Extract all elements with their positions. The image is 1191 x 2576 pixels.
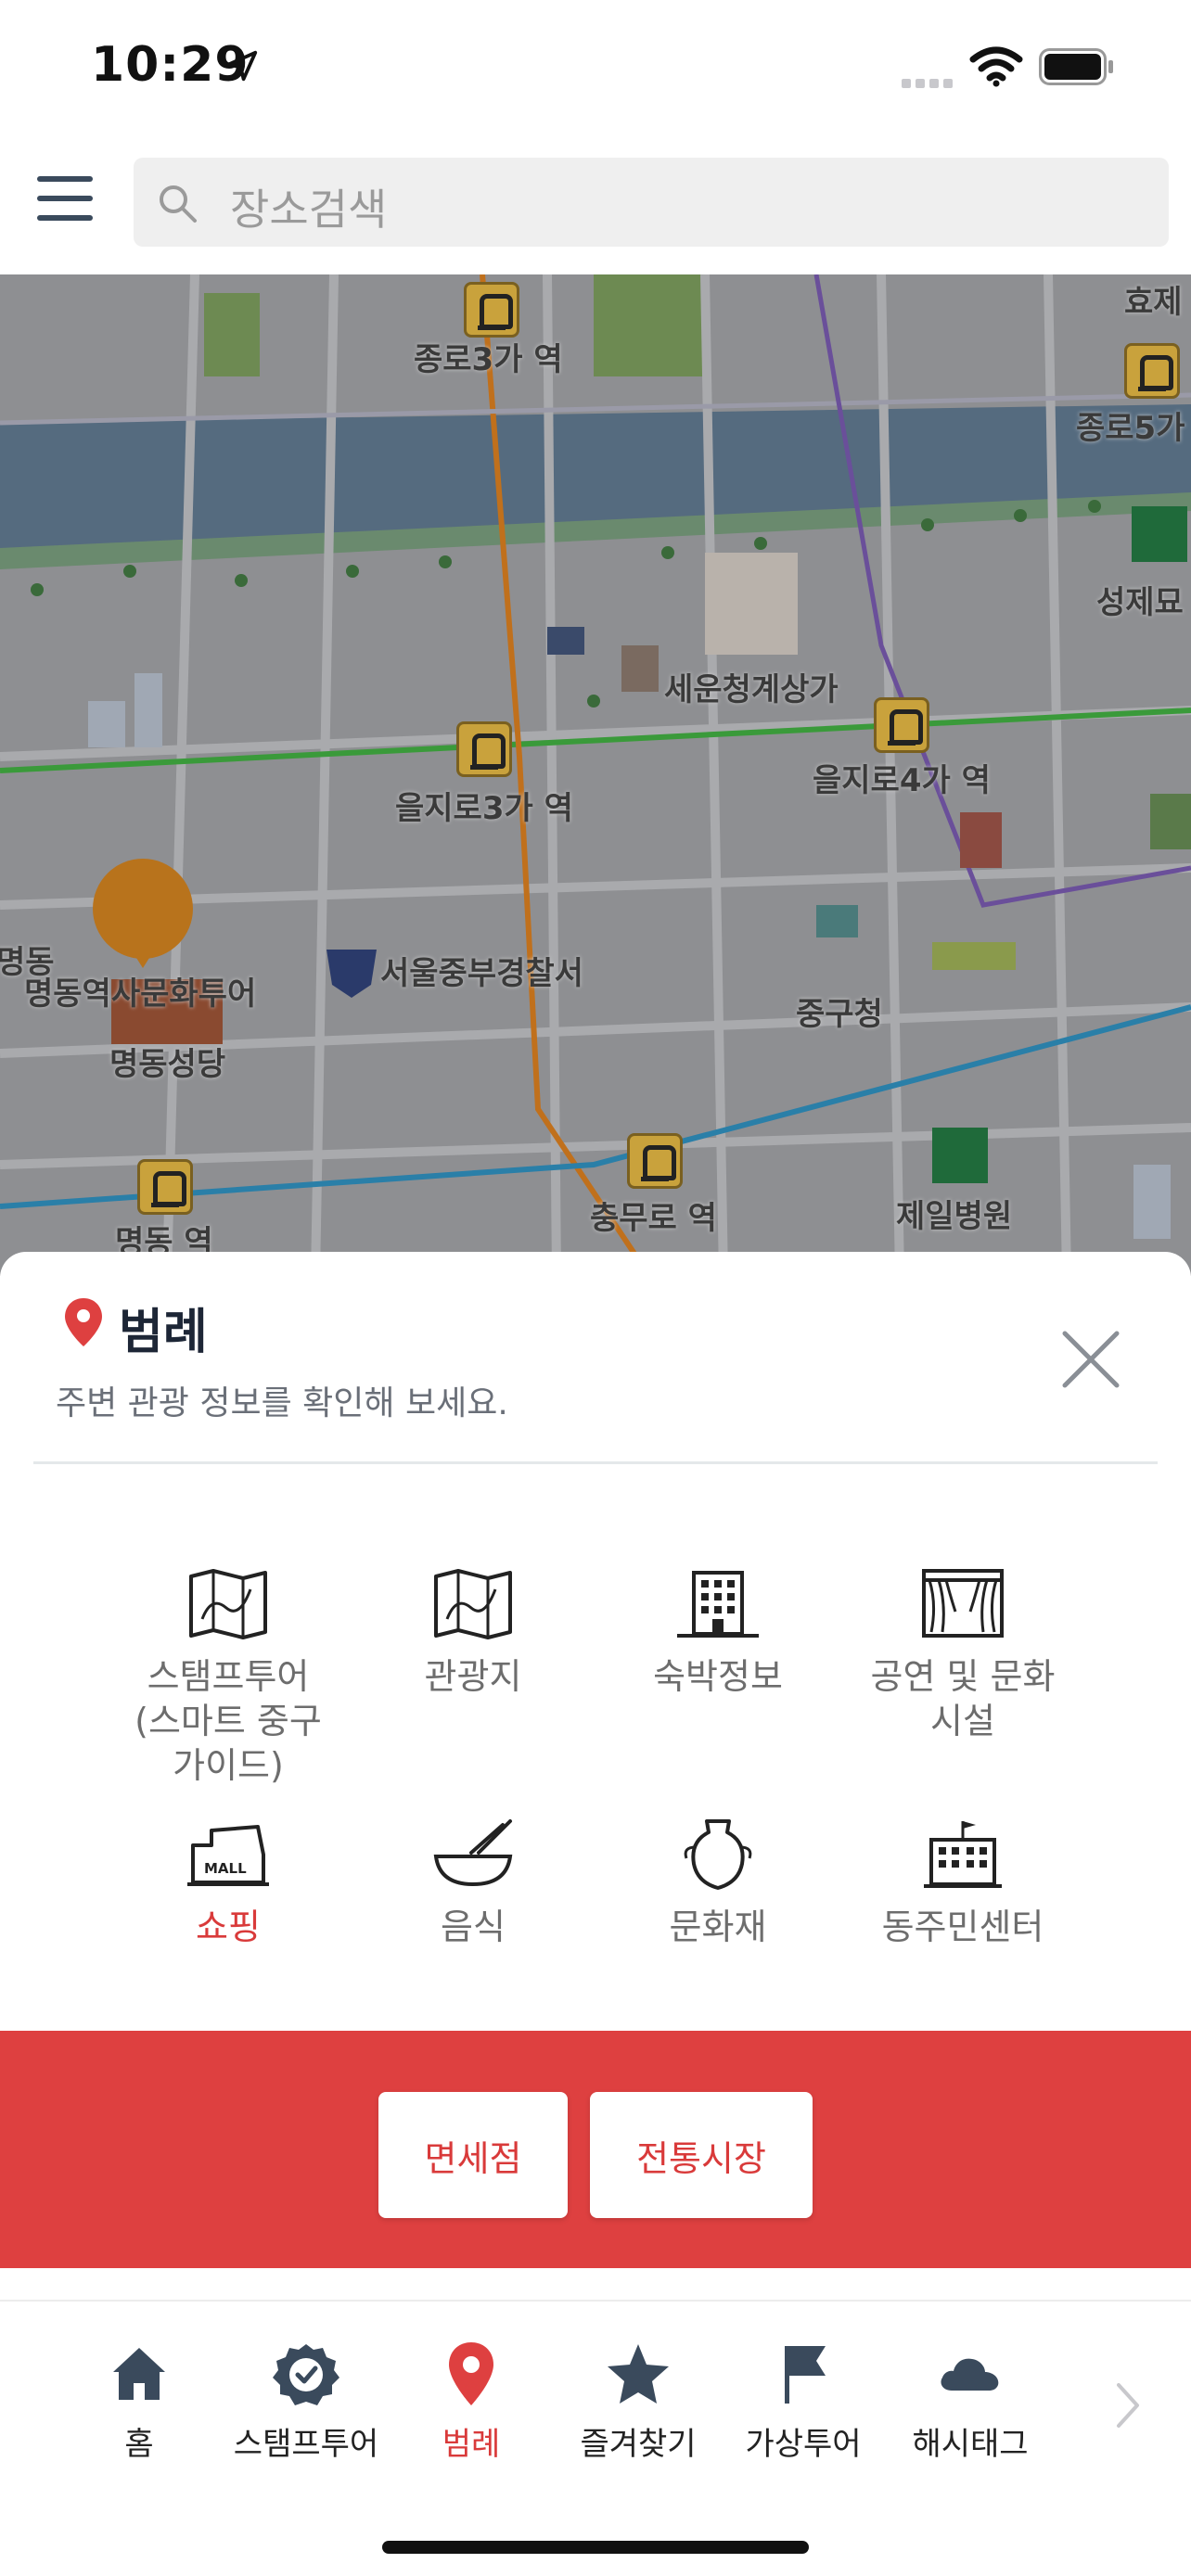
quick-filter-band: 면세점 전통시장 bbox=[0, 2031, 1191, 2268]
tab-label: 홈 bbox=[124, 2426, 154, 2463]
battery-icon bbox=[1039, 48, 1113, 85]
flag-icon bbox=[785, 2346, 826, 2404]
category-food[interactable]: 음식 bbox=[362, 1817, 584, 1949]
map-label-chungmuro: 충무로 역 bbox=[590, 1200, 717, 1237]
signal-icon bbox=[902, 74, 957, 88]
category-label: 쇼핑 bbox=[196, 1906, 261, 1947]
tab-favorites[interactable]: 즐겨찾기 bbox=[555, 2340, 722, 2464]
map-icon bbox=[189, 1569, 267, 1639]
category-lodging[interactable]: 숙박정보 bbox=[607, 1567, 829, 1699]
map-label-hyoje: 효제 bbox=[1124, 284, 1183, 321]
tab-label: 해시태그 bbox=[912, 2426, 1029, 2463]
home-icon bbox=[113, 2348, 165, 2400]
category-label: 동주민센터 bbox=[881, 1906, 1044, 1947]
map-label-sewoon: 세운청계상가 bbox=[664, 671, 839, 708]
tab-label: 가상투어 bbox=[745, 2426, 862, 2463]
map-label-myeongdong-culture: 명동역사문화투어 bbox=[24, 976, 257, 1013]
mall-icon: MALL bbox=[187, 1825, 269, 1886]
close-icon[interactable] bbox=[1057, 1326, 1124, 1393]
category-shopping[interactable]: MALL 쇼핑 bbox=[117, 1817, 339, 1949]
pin-icon bbox=[449, 2342, 493, 2405]
category-label: 스탬프투어 (스마트 중구 가이드) bbox=[134, 1656, 322, 1786]
pin-icon bbox=[65, 1298, 102, 1346]
category-performance-culture[interactable]: 공연 및 문화 시설 bbox=[852, 1567, 1074, 1743]
building-icon bbox=[677, 1571, 759, 1638]
sheet-title: 범례 bbox=[119, 1305, 208, 1360]
search-header: 장소검색 bbox=[0, 137, 1191, 274]
svg-text:MALL: MALL bbox=[204, 1860, 247, 1877]
map-background bbox=[0, 274, 1191, 1276]
category-label: 공연 및 문화 시설 bbox=[870, 1656, 1056, 1741]
tab-home[interactable]: 홈 bbox=[56, 2340, 223, 2464]
map-label-jeil-hospital: 제일병원 bbox=[896, 1198, 1013, 1235]
search-icon bbox=[160, 185, 197, 223]
category-stamp-tour[interactable]: 스탬프투어 (스마트 중구 가이드) bbox=[117, 1567, 339, 1788]
sheet-subtitle: 주변 관광 정보를 확인해 보세요. bbox=[56, 1384, 508, 1422]
category-label: 숙박정보 bbox=[653, 1656, 783, 1697]
map-icon bbox=[434, 1569, 512, 1639]
search-input[interactable]: 장소검색 bbox=[134, 158, 1169, 247]
traditional-market-button[interactable]: 전통시장 bbox=[590, 2092, 813, 2218]
theater-icon bbox=[922, 1569, 1004, 1638]
station-icon[interactable] bbox=[1124, 343, 1180, 399]
community-center-icon bbox=[924, 1821, 1002, 1888]
menu-button[interactable] bbox=[37, 176, 96, 232]
map-label-seongjemyo: 성제묘 bbox=[1096, 584, 1184, 621]
tab-label: 즐겨찾기 bbox=[580, 2426, 697, 2463]
category-tourist-spot[interactable]: 관광지 bbox=[362, 1567, 584, 1699]
station-icon[interactable] bbox=[874, 697, 929, 753]
tab-legend[interactable]: 범례 bbox=[388, 2340, 555, 2464]
station-icon[interactable] bbox=[464, 282, 519, 338]
tab-bar: 홈 스탬프투어 범례 즐겨찾기 가상투어 해시태그 bbox=[0, 2300, 1191, 2576]
wifi-icon bbox=[969, 46, 1023, 87]
category-cultural-heritage[interactable]: 문화재 bbox=[607, 1817, 829, 1949]
station-icon[interactable] bbox=[627, 1133, 683, 1189]
duty-free-button[interactable]: 면세점 bbox=[378, 2092, 568, 2218]
map-label-junggu-office: 중구청 bbox=[796, 996, 883, 1033]
chevron-right-icon[interactable] bbox=[1109, 2378, 1146, 2433]
map-view[interactable]: 종로3가 역 종로5가 효제 성제묘 세운청계상가 을지로3가 역 을지로4가 … bbox=[0, 274, 1191, 1276]
tab-virtual-tour[interactable]: 가상투어 bbox=[720, 2340, 887, 2464]
hamburger-icon bbox=[37, 176, 93, 182]
category-label: 음식 bbox=[441, 1906, 506, 1947]
status-bar: 10:29 bbox=[0, 0, 1191, 137]
tab-label: 범례 bbox=[442, 2426, 501, 2463]
star-icon bbox=[608, 2344, 669, 2404]
category-label: 관광지 bbox=[424, 1656, 522, 1697]
map-label-euljiro3ga: 을지로3가 역 bbox=[395, 790, 573, 827]
legend-sheet: 범례 주변 관광 정보를 확인해 보세요. 스탬프투어 (스마트 중구 가이드) 관… bbox=[0, 1252, 1191, 2300]
map-label-euljiro4ga: 을지로4가 역 bbox=[813, 762, 991, 799]
badge-icon bbox=[273, 2344, 339, 2405]
tab-hashtag[interactable]: 해시태그 bbox=[887, 2340, 1054, 2464]
station-icon[interactable] bbox=[456, 721, 512, 777]
station-icon[interactable] bbox=[137, 1159, 193, 1215]
category-label: 문화재 bbox=[669, 1906, 767, 1947]
vase-icon bbox=[684, 1819, 752, 1890]
map-label-myeongdong-cathedral: 명동성당 bbox=[109, 1046, 226, 1083]
category-community-center[interactable]: 동주민센터 bbox=[852, 1817, 1074, 1949]
map-label-jongno3ga: 종로3가 역 bbox=[414, 341, 563, 378]
sheet-divider bbox=[33, 1461, 1158, 1464]
map-label-police: 서울중부경찰서 bbox=[380, 955, 583, 992]
bowl-icon bbox=[433, 1819, 513, 1887]
map-label-jongno5ga: 종로5가 bbox=[1076, 410, 1185, 447]
search-placeholder: 장소검색 bbox=[230, 185, 388, 235]
location-arrow-icon bbox=[226, 50, 258, 82]
stamp-tour-marker[interactable] bbox=[93, 859, 193, 968]
home-indicator bbox=[382, 2541, 809, 2554]
tab-label: 스탬프투어 bbox=[233, 2426, 379, 2463]
cloud-icon bbox=[941, 2358, 999, 2391]
tab-stamp-tour[interactable]: 스탬프투어 bbox=[223, 2340, 390, 2464]
